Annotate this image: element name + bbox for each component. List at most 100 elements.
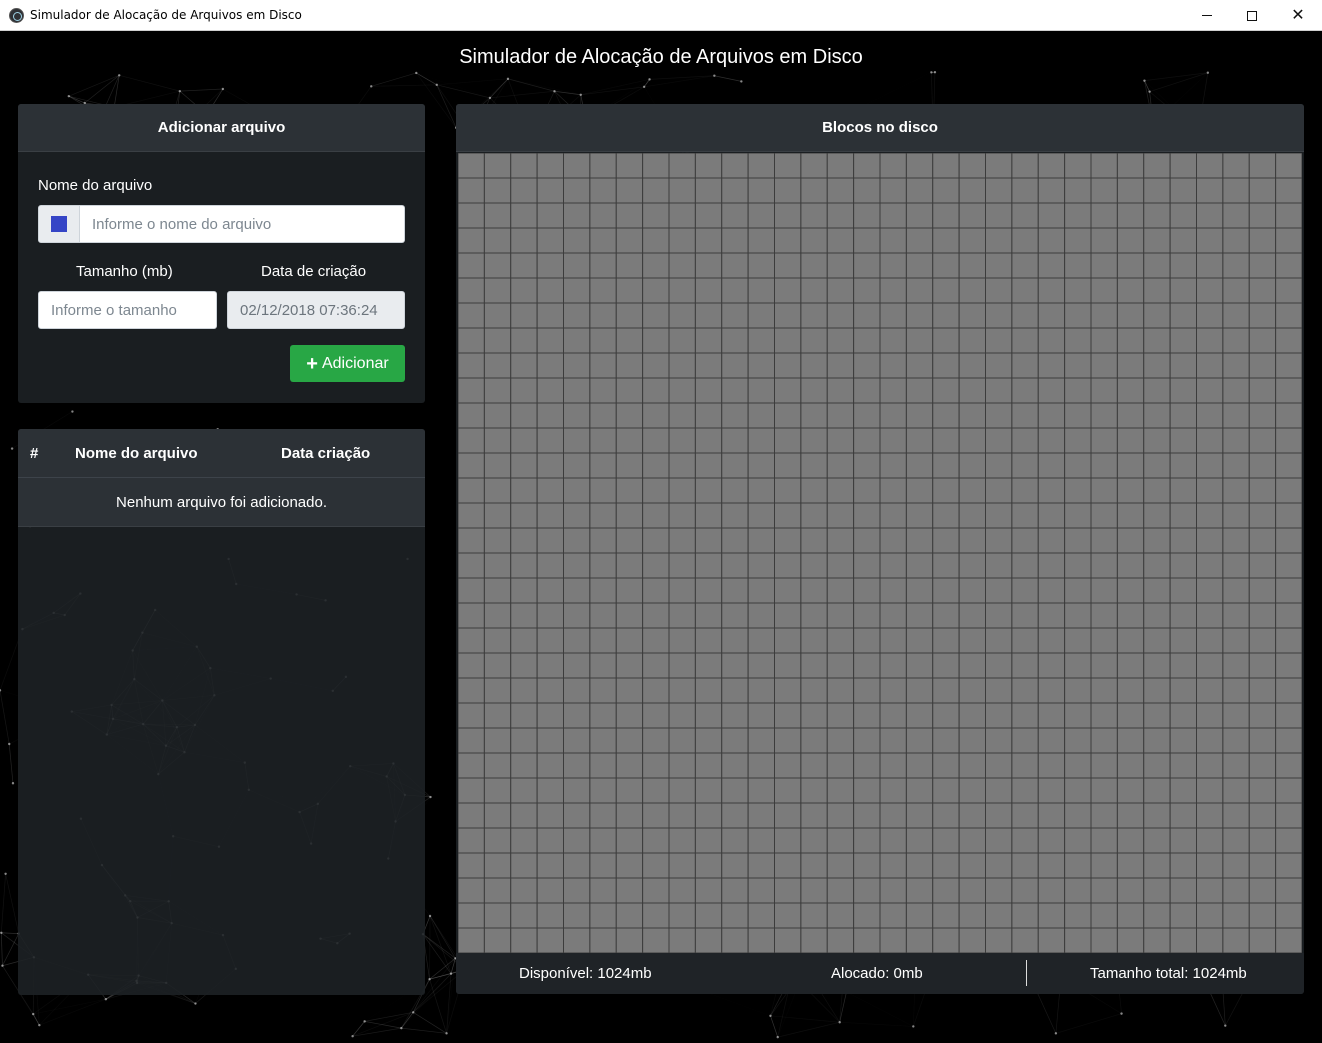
disk-block (774, 402, 802, 429)
disk-block (1011, 327, 1039, 354)
disk-block (458, 777, 485, 804)
disk-block (721, 477, 749, 504)
disk-block (1064, 627, 1092, 654)
disk-block (826, 877, 855, 904)
disk-block (826, 277, 855, 304)
disk-block (668, 252, 696, 279)
disk-block (800, 577, 828, 604)
close-icon[interactable]: ✕ (1275, 0, 1321, 31)
disk-block (1169, 577, 1198, 604)
disk-block (1196, 227, 1224, 254)
disk-block (932, 177, 960, 204)
disk-block (1037, 377, 1066, 404)
disk-block (642, 927, 670, 953)
disk-block (1090, 902, 1118, 929)
disk-block (458, 752, 485, 779)
disk-block (458, 577, 485, 604)
disk-block (642, 627, 670, 654)
disk-block (721, 452, 749, 479)
disk-block (483, 477, 512, 504)
disk-block (458, 727, 485, 754)
disk-block (1275, 827, 1302, 854)
file-size-input[interactable] (38, 291, 217, 329)
disk-block (747, 752, 776, 779)
disk-block (905, 502, 934, 529)
disk-block (747, 177, 776, 204)
disk-block (1275, 452, 1302, 479)
disk-block (932, 452, 960, 479)
disk-block (536, 153, 565, 179)
disk-block (1090, 802, 1118, 829)
maximize-icon[interactable] (1229, 0, 1275, 31)
disk-block (985, 577, 1013, 604)
disk-block (694, 827, 723, 854)
disk-block (1064, 252, 1092, 279)
disk-block (694, 577, 723, 604)
disk-block (483, 377, 512, 404)
disk-block (747, 527, 776, 554)
disk-block (721, 227, 749, 254)
disk-block (1275, 377, 1302, 404)
disk-block (1275, 702, 1302, 729)
disk-block (1222, 377, 1250, 404)
disk-block (1143, 302, 1171, 329)
disk-block (536, 477, 565, 504)
disk-block (800, 852, 828, 879)
disk-block (985, 302, 1013, 329)
disk-block (694, 752, 723, 779)
disk-block (905, 852, 934, 879)
disk-block (589, 452, 617, 479)
disk-block (800, 777, 828, 804)
disk-block (958, 327, 987, 354)
disk-block (800, 752, 828, 779)
disk-block (747, 352, 776, 379)
disk-block (668, 877, 696, 904)
disk-block (1248, 327, 1277, 354)
disk-block (536, 502, 565, 529)
disk-block (932, 602, 960, 629)
disk-block (1169, 702, 1198, 729)
disk-block (721, 727, 749, 754)
disk-block (879, 202, 907, 229)
disk-block (879, 602, 907, 629)
disk-block (615, 902, 644, 929)
minimize-icon[interactable] (1184, 0, 1230, 31)
color-picker[interactable] (38, 205, 80, 243)
add-file-button[interactable]: + Adicionar (290, 345, 405, 382)
status-divider (1026, 960, 1027, 986)
disk-block (1090, 302, 1118, 329)
disk-block (1248, 202, 1277, 229)
disk-block (1222, 327, 1250, 354)
disk-block (1169, 527, 1198, 554)
disk-block (905, 227, 934, 254)
disk-block (694, 852, 723, 879)
disk-block (1222, 627, 1250, 654)
disk-block (721, 577, 749, 604)
disk-block (879, 927, 907, 953)
disk-block (800, 252, 828, 279)
disk-block (589, 177, 617, 204)
disk-block (694, 877, 723, 904)
disk-block (800, 177, 828, 204)
window-titlebar: Simulador de Alocação de Arquivos em Dis… (0, 0, 1322, 31)
disk-block (483, 702, 512, 729)
disk-block (1196, 552, 1224, 579)
disk-block (1143, 252, 1171, 279)
disk-block (536, 602, 565, 629)
disk-block (958, 577, 987, 604)
disk-block (589, 302, 617, 329)
disk-block (1037, 852, 1066, 879)
disk-block (826, 627, 855, 654)
file-name-input[interactable] (80, 205, 405, 243)
disk-block (668, 153, 696, 179)
disk-block (694, 252, 723, 279)
disk-block (1037, 702, 1066, 729)
disk-block (958, 202, 987, 229)
disk-block (1090, 527, 1118, 554)
disk-block (826, 477, 855, 504)
disk-block (905, 827, 934, 854)
file-table-header: # Nome do arquivo Data criação (18, 429, 425, 478)
disk-block (694, 652, 723, 679)
disk-block (615, 252, 644, 279)
disk-block (985, 477, 1013, 504)
